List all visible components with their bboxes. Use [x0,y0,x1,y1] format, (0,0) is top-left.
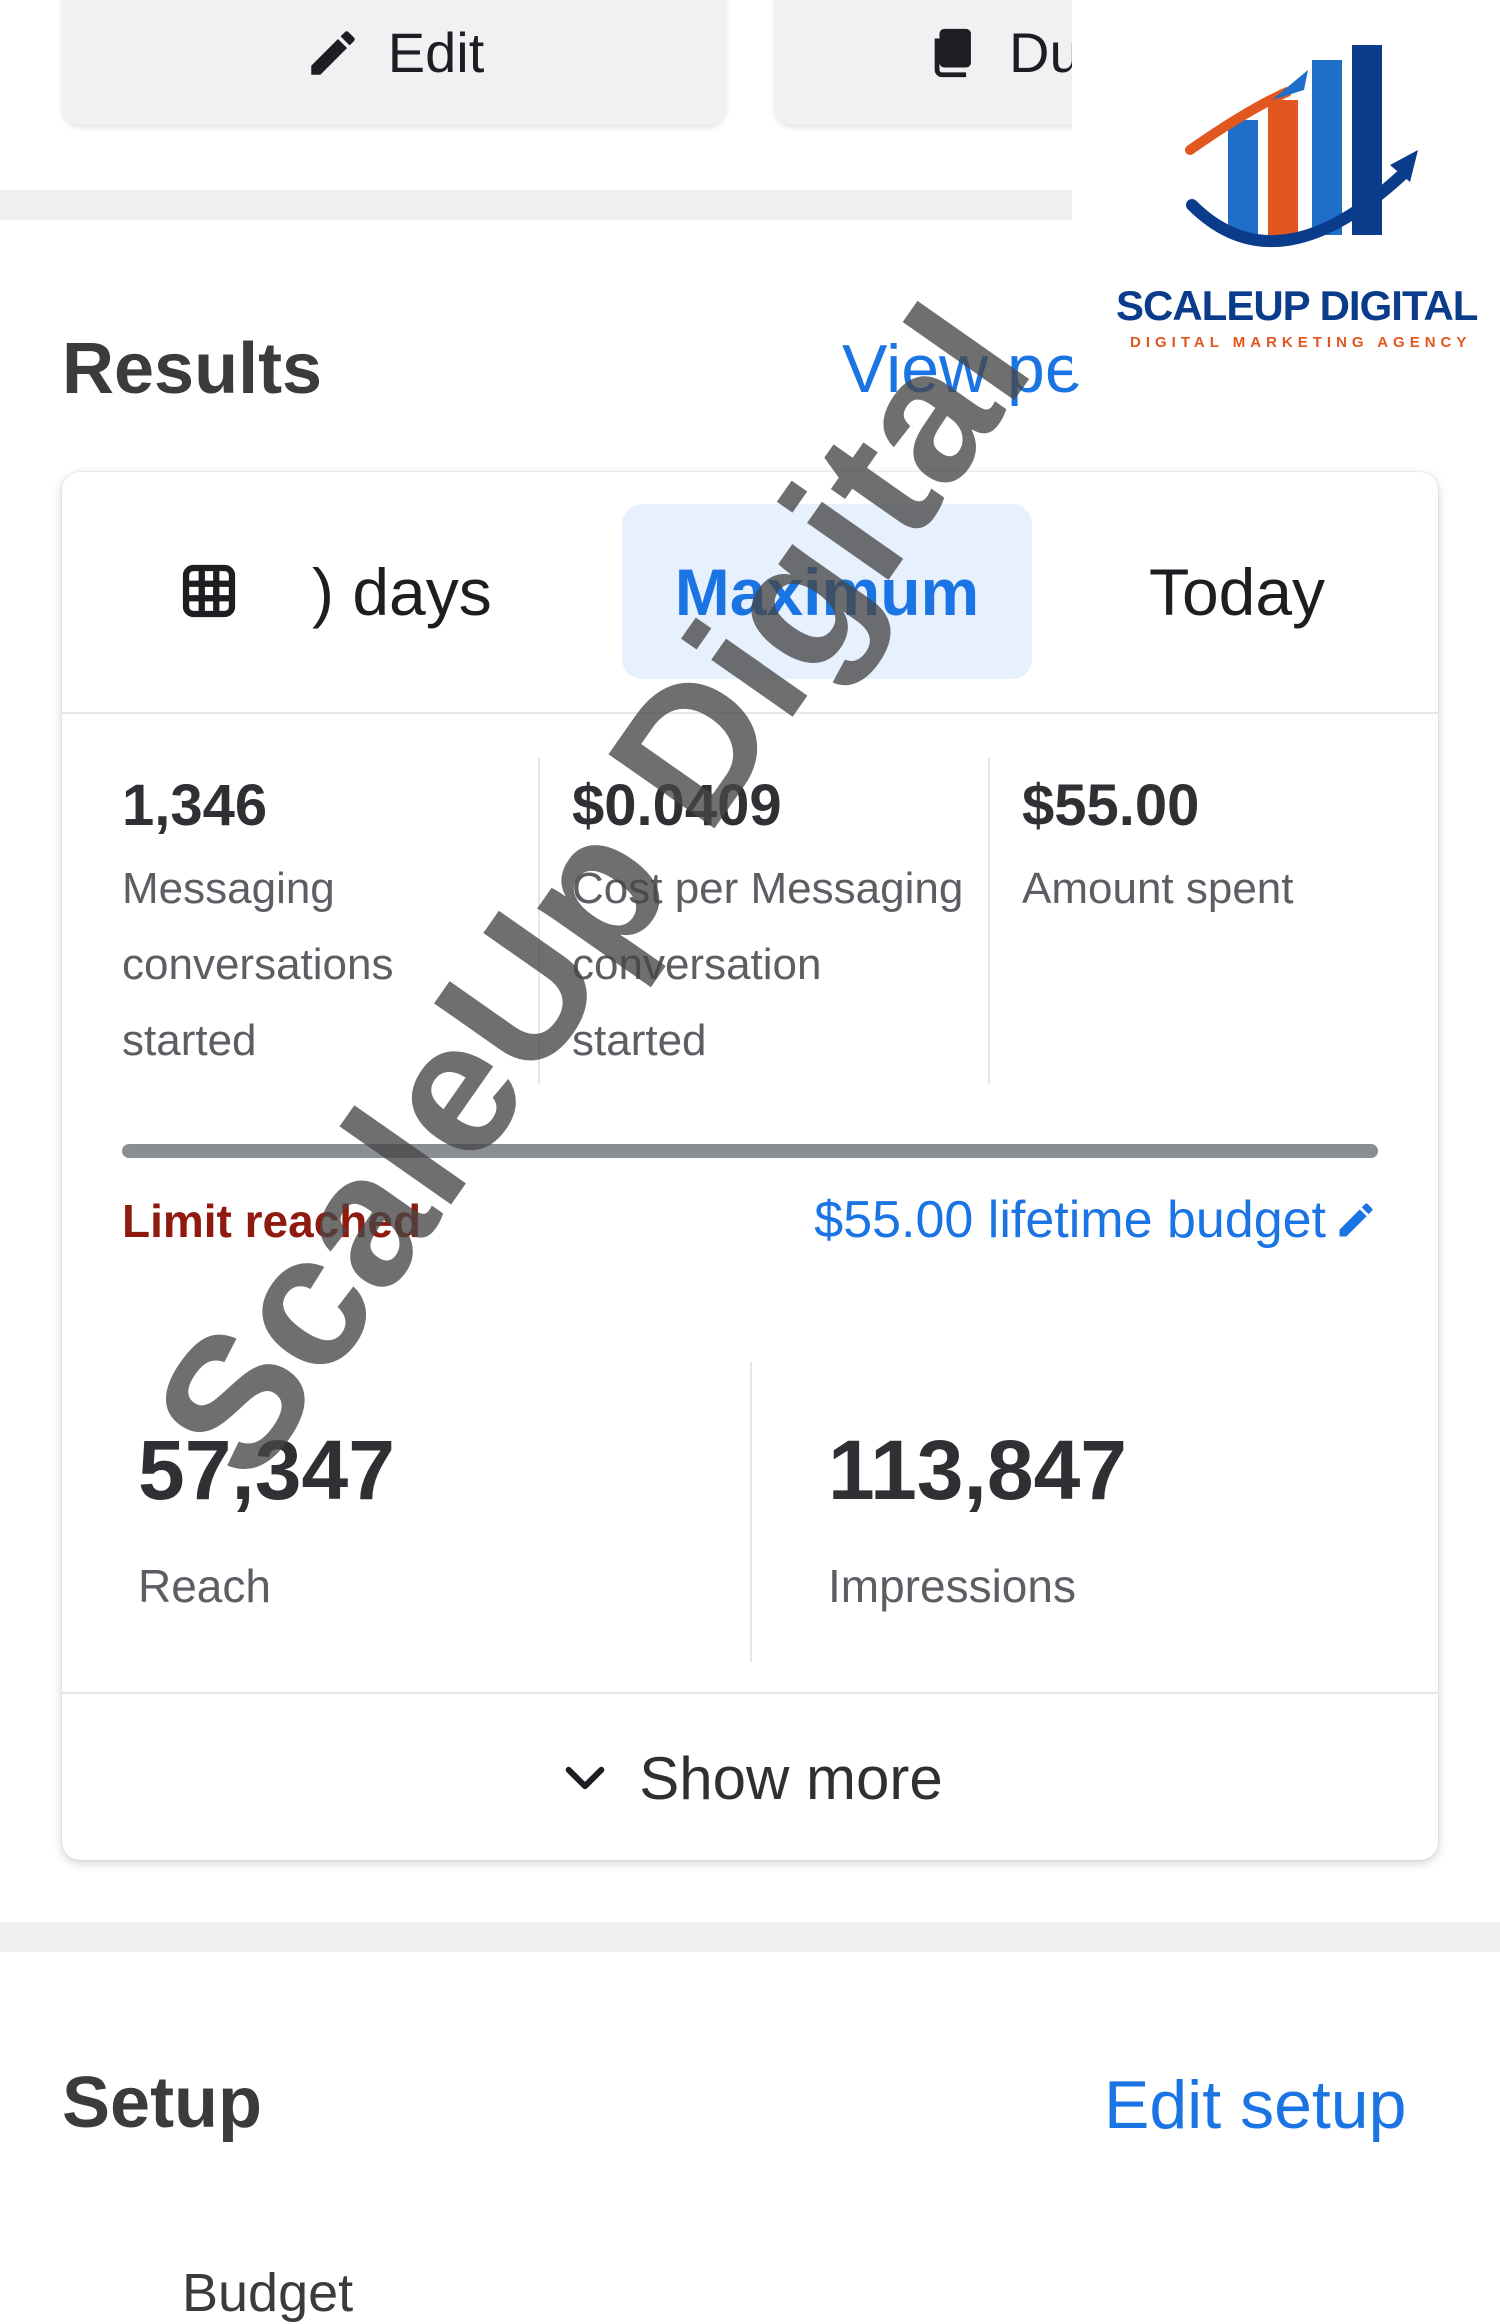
lifetime-budget-link[interactable]: $55.00 lifetime budget [814,1190,1378,1250]
edit-setup-link[interactable]: Edit setup [1104,2066,1406,2144]
edit-pencil-icon[interactable] [1334,1198,1378,1242]
metric-divider [750,1362,752,1662]
metric-divider [988,758,990,1084]
metric-impressions: 113,847 Impressions [828,1422,1127,1613]
results-title: Results [62,329,323,409]
impressions-label: Impressions [828,1560,1076,1612]
metric-label: Messaging conversations started [122,864,394,1065]
tab-days[interactable]: ) days [312,504,642,679]
setup-title: Setup [62,2063,263,2143]
metric-value: $0.0409 [572,773,782,838]
tab-maximum[interactable]: Maximum [622,504,1032,679]
metric-label: Cost per Messaging conversation started [572,864,964,1065]
edit-button-label: Edit [387,21,485,84]
tab-today[interactable]: Today [1082,504,1392,679]
chevron-down-icon [565,1766,605,1790]
show-more-label: Show more [639,1744,943,1812]
reach-label: Reach [138,1560,271,1612]
duplicate-button-label: Du [1009,21,1081,84]
duplicate-icon [934,28,971,77]
view-performance-link[interactable]: View pe [842,330,1083,408]
budget-label: Budget [182,2263,354,2323]
lifetime-budget-label: $55.00 lifetime budget [814,1191,1326,1249]
metric-conversations: 1,346 Messaging conversations started [122,772,542,1079]
reach-value: 57,347 [138,1423,395,1517]
metric-value: $55.00 [1022,773,1200,838]
date-range-tabs: ) days Maximum Today [62,472,1438,714]
logo-tagline: DIGITAL MARKETING AGENCY [1130,334,1472,351]
metric-reach: 57,347 Reach [138,1422,395,1613]
section-divider [0,1922,1500,1952]
metric-divider [538,758,540,1084]
limit-reached-text: Limit reached [122,1195,422,1247]
metric-label: Amount spent [1022,864,1294,913]
pencil-icon [311,30,355,75]
metric-cost-per-conversation: $0.0409 Cost per Messaging conversation … [572,772,1012,1079]
scaleup-digital-logo: SCALEUP DIGITAL DIGITAL MARKETING AGENCY [1072,0,1500,380]
edit-button[interactable]: Edit [62,0,726,125]
calendar-icon[interactable] [180,562,238,620]
show-more-button[interactable]: Show more [62,1692,1438,1862]
budget-progress-bar [122,1144,1378,1158]
results-card: ) days Maximum Today 1,346 Messaging con… [62,472,1438,1860]
impressions-value: 113,847 [828,1423,1128,1517]
metric-value: 1,346 [122,773,268,838]
growth-chart-icon [1185,45,1418,248]
logo-name: SCALEUP DIGITAL [1116,282,1478,329]
metric-amount-spent: $55.00 Amount spent [1022,772,1422,927]
